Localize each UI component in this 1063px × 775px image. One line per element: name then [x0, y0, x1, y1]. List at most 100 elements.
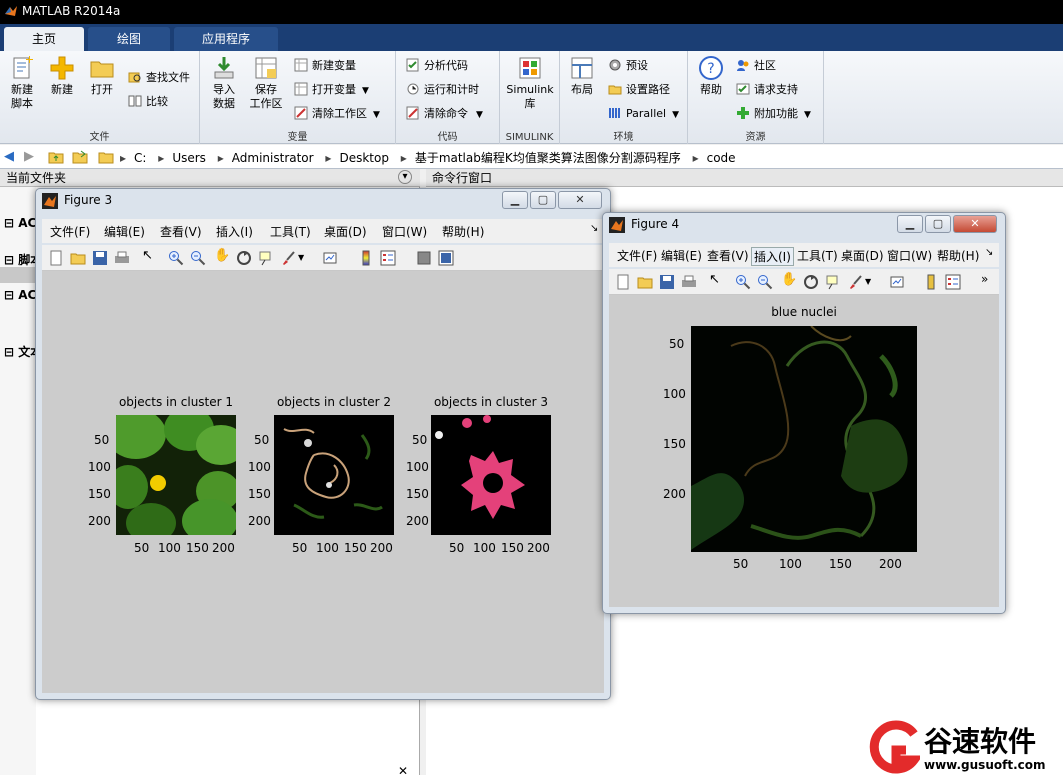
- brush-dropdown-icon[interactable]: ▼: [298, 253, 314, 269]
- pointer-arrow-icon[interactable]: ↖: [142, 248, 158, 264]
- save-icon[interactable]: [659, 274, 675, 290]
- zoom-out-icon[interactable]: [757, 274, 773, 290]
- data-cursor-icon[interactable]: [825, 274, 841, 290]
- menu-help[interactable]: 帮助(H): [937, 247, 979, 264]
- compare-button[interactable]: 比较: [128, 93, 168, 111]
- zoom-out-icon[interactable]: [190, 250, 206, 266]
- maximize-icon[interactable]: ▢: [925, 215, 951, 233]
- breadcrumb-project-folder[interactable]: 基于matlab编程K均值聚类算法图像分割源码程序: [415, 151, 681, 165]
- browse-folder-icon[interactable]: [72, 149, 88, 165]
- add-ons-button[interactable]: 附加功能 ▼: [736, 105, 811, 123]
- menu-insert[interactable]: 插入(I): [751, 247, 794, 266]
- new-figure-icon[interactable]: [615, 274, 631, 290]
- brush-dropdown-icon[interactable]: ▼: [865, 277, 881, 293]
- folder-group-ac-2[interactable]: ⊟ AC: [4, 288, 36, 302]
- clear-workspace-dropdown-icon[interactable]: ▼: [373, 110, 380, 120]
- set-path-button[interactable]: 设置路径: [608, 81, 670, 99]
- panel-menu-chevron-icon[interactable]: ▾: [398, 170, 412, 184]
- new-variable-button[interactable]: 新建变量: [294, 57, 356, 75]
- new-script-button[interactable]: 新建 脚本: [4, 55, 40, 111]
- layout-button[interactable]: 布局: [564, 55, 600, 97]
- tab-home[interactable]: 主页: [4, 27, 84, 51]
- menu-desktop[interactable]: 桌面(D): [841, 247, 884, 264]
- link-plot-icon[interactable]: [322, 250, 338, 266]
- open-variable-dropdown-icon[interactable]: ▼: [362, 86, 369, 96]
- hide-plot-tools-icon[interactable]: [416, 250, 432, 266]
- selected-file-row[interactable]: [0, 267, 36, 283]
- zoom-in-icon[interactable]: [168, 250, 184, 266]
- clear-commands-button[interactable]: 清除命令 ▼: [406, 105, 483, 123]
- colorbar-icon[interactable]: [923, 274, 939, 290]
- show-plot-tools-icon[interactable]: [438, 250, 454, 266]
- folder-group-ac-1[interactable]: ⊟ AC: [4, 216, 36, 230]
- legend-icon[interactable]: [945, 274, 961, 290]
- menu-edit[interactable]: 编辑(E): [104, 223, 145, 240]
- collapse-icon[interactable]: ⊟: [4, 288, 14, 302]
- menu-window[interactable]: 窗口(W): [382, 223, 427, 240]
- up-folder-icon[interactable]: [48, 149, 64, 165]
- clear-workspace-button[interactable]: 清除工作区 ▼: [294, 105, 380, 123]
- menu-file[interactable]: 文件(F): [50, 223, 90, 240]
- breadcrumb-code[interactable]: code: [707, 151, 736, 165]
- open-button[interactable]: 打开: [84, 55, 120, 97]
- help-button[interactable]: ? 帮助: [694, 55, 728, 97]
- breadcrumb-administrator[interactable]: Administrator: [232, 151, 314, 165]
- maximize-icon[interactable]: ▢: [530, 191, 556, 209]
- menu-window[interactable]: 窗口(W): [887, 247, 932, 264]
- minimize-icon[interactable]: ▁: [502, 191, 528, 209]
- menu-edit[interactable]: 编辑(E): [661, 247, 702, 264]
- parallel-button[interactable]: Parallel ▼: [608, 105, 679, 123]
- menu-tools[interactable]: 工具(T): [797, 247, 838, 264]
- tab-apps[interactable]: 应用程序: [174, 27, 278, 51]
- rotate-3d-icon[interactable]: [803, 274, 819, 290]
- save-workspace-button[interactable]: 保存 工作区: [246, 55, 286, 111]
- brush-icon[interactable]: [280, 250, 296, 266]
- data-cursor-icon[interactable]: [258, 250, 274, 266]
- preferences-button[interactable]: 预设: [608, 57, 648, 75]
- menu-help[interactable]: 帮助(H): [442, 223, 484, 240]
- legend-icon[interactable]: [380, 250, 396, 266]
- breadcrumb-users[interactable]: Users: [172, 151, 206, 165]
- zoom-in-icon[interactable]: [735, 274, 751, 290]
- minimize-icon[interactable]: ▁: [897, 215, 923, 233]
- pan-hand-icon[interactable]: ✋: [781, 272, 797, 288]
- toolbar-overflow-icon[interactable]: »: [981, 272, 997, 288]
- colorbar-icon[interactable]: [358, 250, 374, 266]
- collapse-icon[interactable]: ⊟: [4, 345, 14, 359]
- open-file-icon[interactable]: [70, 250, 86, 266]
- open-file-icon[interactable]: [637, 274, 653, 290]
- new-button[interactable]: 新建: [44, 55, 80, 97]
- clear-commands-dropdown-icon[interactable]: ▼: [476, 110, 483, 120]
- menu-file[interactable]: 文件(F): [617, 247, 657, 264]
- breadcrumb-desktop[interactable]: Desktop: [339, 151, 389, 165]
- link-plot-icon[interactable]: [889, 274, 905, 290]
- menu-dock-arrow-icon[interactable]: ↘: [985, 247, 993, 258]
- close-icon[interactable]: ✕: [953, 215, 997, 233]
- menu-insert[interactable]: 插入(I): [216, 223, 253, 240]
- menu-dock-arrow-icon[interactable]: ↘: [590, 223, 598, 234]
- brush-icon[interactable]: [847, 274, 863, 290]
- run-and-time-button[interactable]: 运行和计时: [406, 81, 479, 99]
- request-support-button[interactable]: 请求支持: [736, 81, 798, 99]
- open-variable-button[interactable]: 打开变量 ▼: [294, 81, 369, 99]
- import-data-button[interactable]: 导入 数据: [206, 55, 242, 111]
- forward-arrow-icon[interactable]: ▶: [24, 149, 34, 164]
- tab-plots[interactable]: 绘图: [88, 27, 170, 51]
- pan-hand-icon[interactable]: ✋: [214, 248, 230, 264]
- add-ons-dropdown-icon[interactable]: ▼: [804, 110, 811, 120]
- find-files-button[interactable]: 查找文件: [128, 69, 190, 87]
- rotate-3d-icon[interactable]: [236, 250, 252, 266]
- menu-view[interactable]: 查看(V): [707, 247, 749, 264]
- menu-view[interactable]: 查看(V): [160, 223, 202, 240]
- close-icon[interactable]: ✕: [558, 191, 602, 209]
- analyze-code-button[interactable]: 分析代码: [406, 57, 468, 75]
- collapse-icon[interactable]: ⊟: [4, 216, 14, 230]
- print-icon[interactable]: [681, 274, 697, 290]
- collapse-icon[interactable]: ⊟: [4, 253, 14, 267]
- close-panel-icon[interactable]: ✕: [398, 764, 408, 775]
- new-figure-icon[interactable]: [48, 250, 64, 266]
- save-icon[interactable]: [92, 250, 108, 266]
- menu-tools[interactable]: 工具(T): [270, 223, 311, 240]
- menu-desktop[interactable]: 桌面(D): [324, 223, 367, 240]
- pointer-arrow-icon[interactable]: ↖: [709, 272, 725, 288]
